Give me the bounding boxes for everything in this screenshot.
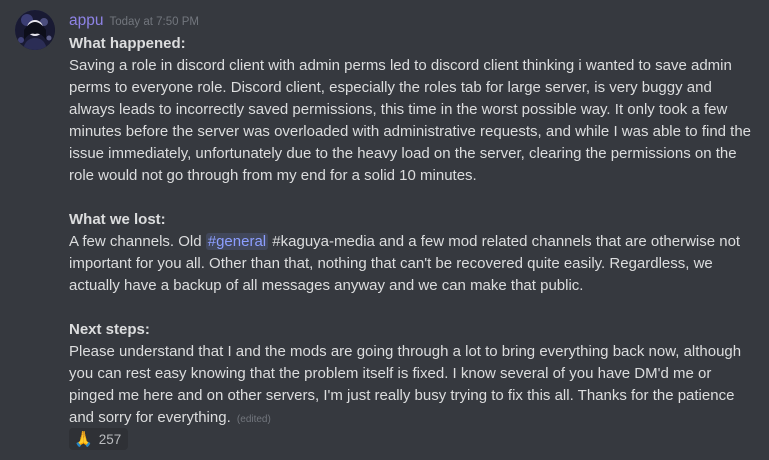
reaction-count: 257 — [98, 431, 122, 447]
reaction-button[interactable]: 🙏 257 — [69, 428, 129, 450]
body-text: Please understand that I and the mods ar… — [69, 343, 742, 426]
body-text: A few channels. Old — [69, 233, 206, 250]
section-body-next-steps: Please understand that I and the mods ar… — [69, 341, 759, 431]
folded-hands-icon: 🙏 — [74, 430, 93, 448]
channel-mention-general[interactable]: #general — [205, 233, 269, 250]
section-title-what-we-lost: What we lost: — [69, 211, 166, 228]
section-title-next-steps: Next steps: — [69, 321, 150, 338]
timestamp: Today at 7:50 PM — [109, 16, 199, 28]
section-body-what-we-lost: A few channels. Old #general #kaguya-med… — [69, 231, 759, 297]
edited-label: (edited) — [236, 414, 271, 425]
chat-message: appu Today at 7:50 PM What happened: Savi… — [0, 0, 769, 460]
section-title-what-happened: What happened: — [69, 35, 186, 52]
section-body-what-happened: Saving a role in discord client with adm… — [69, 57, 752, 184]
message-content: What happened: Saving a role in discord … — [69, 33, 759, 431]
message-header: appu Today at 7:50 PM — [69, 11, 199, 31]
username[interactable]: appu — [69, 12, 103, 29]
avatar[interactable] — [15, 10, 55, 50]
avatar-image — [15, 10, 55, 50]
